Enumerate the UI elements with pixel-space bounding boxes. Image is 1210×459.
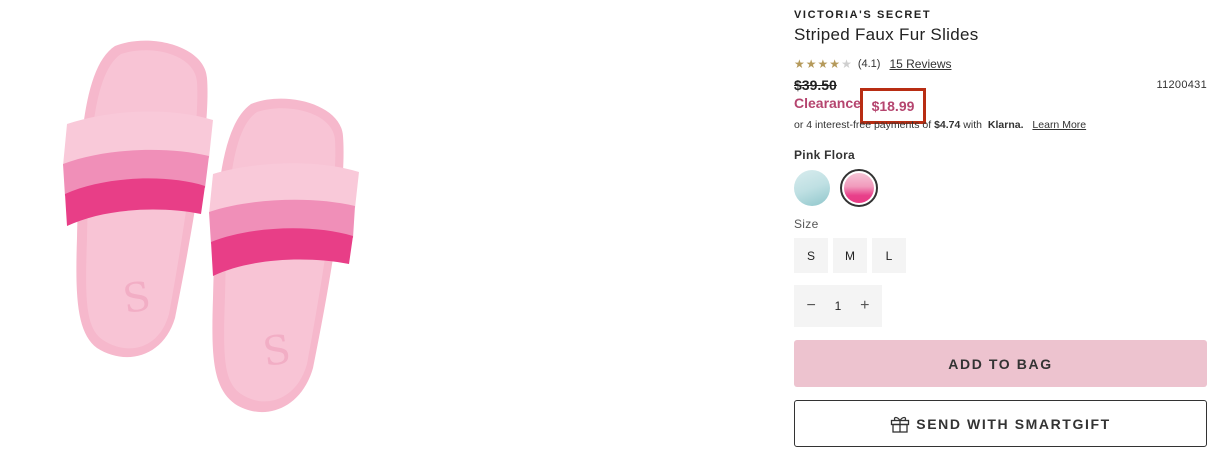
brand-name[interactable]: VICTORIA'S SECRET xyxy=(794,9,931,21)
product-sku: 11200431 xyxy=(1156,79,1207,91)
star-icon: ★ xyxy=(829,57,841,71)
send-smartgift-label: SEND WITH SMARTGIFT xyxy=(916,415,1111,432)
klarna-prefix: or 4 interest-free payments of xyxy=(794,119,932,131)
selected-color-label: Pink Flora xyxy=(794,148,856,162)
clearance-row: Clearance $18.99 xyxy=(794,88,926,124)
klarna-message: or 4 interest-free payments of $4.74 wit… xyxy=(794,119,1086,131)
star-rating: ★ ★ ★ ★ ★ xyxy=(794,58,852,70)
sale-price: $18.99 xyxy=(871,98,915,114)
product-image-area: S S xyxy=(0,0,760,459)
star-empty-icon: ★ xyxy=(841,57,852,71)
color-swatch-pink[interactable] xyxy=(844,173,874,203)
rating-row: ★ ★ ★ ★ ★ (4.1) 15 Reviews xyxy=(794,57,951,71)
plus-icon[interactable]: + xyxy=(854,297,876,315)
star-icon: ★ xyxy=(794,57,805,71)
product-image[interactable]: S S xyxy=(55,38,375,430)
size-label: Size xyxy=(794,217,819,231)
add-to-bag-button[interactable]: ADD TO BAG xyxy=(794,340,1207,387)
star-icon: ★ xyxy=(805,57,817,71)
product-info: VICTORIA'S SECRET Striped Faux Fur Slide… xyxy=(794,0,1207,459)
price-row: $39.50 11200431 xyxy=(794,77,1207,93)
product-title: Striped Faux Fur Slides xyxy=(794,25,979,44)
klarna-logo: Klarna. xyxy=(987,119,1024,131)
quantity-stepper: − 1 + xyxy=(794,285,882,327)
size-option-m[interactable]: M xyxy=(833,238,867,273)
quantity-value[interactable]: 1 xyxy=(835,299,842,313)
learn-more-link[interactable]: Learn More xyxy=(1032,119,1086,131)
size-option-s[interactable]: S xyxy=(794,238,828,273)
size-option-l[interactable]: L xyxy=(872,238,906,273)
clearance-label: Clearance xyxy=(794,95,861,111)
add-to-bag-label: ADD TO BAG xyxy=(948,355,1053,372)
minus-icon[interactable]: − xyxy=(800,297,822,315)
klarna-amount: $4.74 xyxy=(934,119,961,131)
reviews-link[interactable]: 15 Reviews xyxy=(889,57,951,71)
star-icon: ★ xyxy=(817,57,829,71)
color-swatch-blue[interactable] xyxy=(794,170,830,206)
klarna-with: with xyxy=(963,119,982,131)
rating-value: (4.1) xyxy=(857,58,881,70)
original-price: $39.50 xyxy=(794,77,837,93)
send-smartgift-button[interactable]: SEND WITH SMARTGIFT xyxy=(794,400,1207,447)
gift-icon xyxy=(890,415,910,433)
